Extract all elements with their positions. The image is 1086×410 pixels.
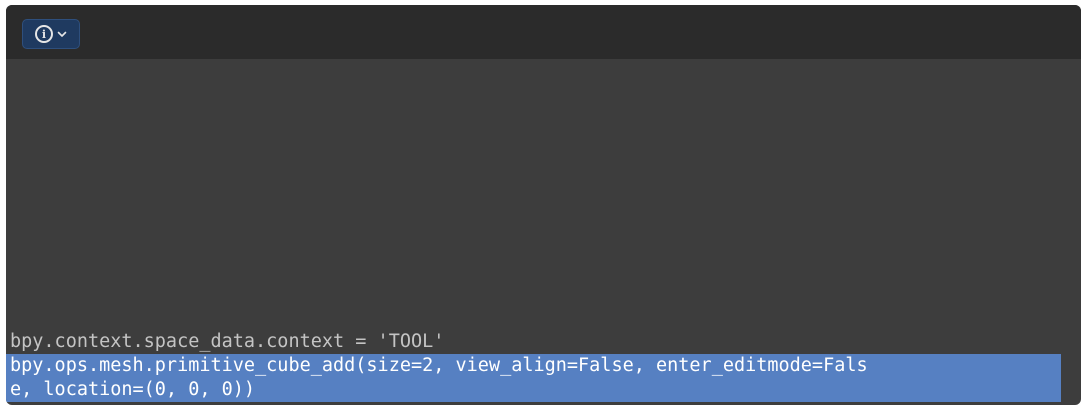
- info-log-area[interactable]: bpy.context.space_data.context = 'TOOL' …: [6, 59, 1081, 405]
- editor-type-button[interactable]: i: [22, 19, 80, 49]
- report-line[interactable]: bpy.context.space_data.context = 'TOOL': [6, 330, 1081, 354]
- info-icon: i: [35, 25, 53, 43]
- report-list: bpy.context.space_data.context = 'TOOL' …: [6, 330, 1081, 402]
- report-line-selected[interactable]: bpy.ops.mesh.primitive_cube_add(size=2, …: [6, 354, 1061, 402]
- info-editor: i bpy.context.space_data.context = 'TOOL…: [6, 5, 1081, 405]
- chevron-down-icon: [57, 29, 67, 39]
- editor-header: i: [6, 5, 1081, 59]
